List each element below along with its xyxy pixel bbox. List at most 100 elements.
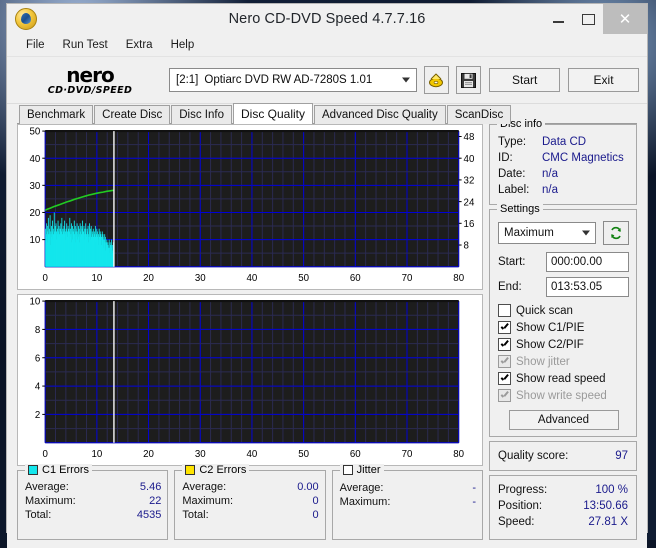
svg-text:80: 80 bbox=[453, 449, 464, 460]
checkbox-box bbox=[498, 321, 511, 334]
checkbox-label: Show C2/PIF bbox=[516, 338, 584, 351]
svg-text:48: 48 bbox=[464, 132, 475, 143]
svg-text:60: 60 bbox=[350, 449, 361, 460]
exit-button[interactable]: Exit bbox=[568, 68, 639, 92]
jitter-average-row: Average: - bbox=[340, 481, 476, 495]
tab-scandisc[interactable]: ScanDisc bbox=[446, 105, 512, 124]
svg-text:24: 24 bbox=[464, 197, 475, 208]
check-icon bbox=[500, 374, 509, 383]
menu-extra[interactable]: Extra bbox=[117, 37, 162, 53]
start-input[interactable]: 000:00.00 bbox=[546, 252, 629, 272]
checkbox-label: Show read speed bbox=[516, 372, 606, 385]
menu-file[interactable]: File bbox=[17, 37, 54, 53]
checkbox-label: Show write speed bbox=[516, 389, 607, 402]
c2-errors-legend: C2 Errors bbox=[182, 464, 250, 476]
svg-text:4: 4 bbox=[35, 382, 41, 393]
c2-chart-canvas: 2 4 6 8 10 0 10 20 30 40 50 60 70 80 bbox=[30, 297, 465, 460]
disc-id-label: ID: bbox=[498, 152, 513, 164]
svg-text:50: 50 bbox=[30, 127, 41, 138]
svg-text:40: 40 bbox=[30, 154, 41, 165]
checkbox-show-jitter: Show jitter bbox=[498, 353, 629, 370]
checkbox-show-read-speed[interactable]: Show read speed bbox=[498, 370, 629, 387]
check-icon bbox=[500, 323, 509, 332]
svg-text:40: 40 bbox=[247, 449, 258, 460]
speed-value: 27.81 X bbox=[588, 516, 628, 528]
quality-score-row: Quality score: 97 bbox=[498, 448, 628, 464]
disc-id-value: CMC Magnetics bbox=[542, 152, 624, 164]
tab-advanced-disc-quality[interactable]: Advanced Disc Quality bbox=[314, 105, 446, 124]
end-field-row: End: 013:53.05 bbox=[498, 277, 629, 297]
jitter-legend: Jitter bbox=[339, 464, 384, 476]
minimize-button[interactable] bbox=[543, 4, 573, 34]
refresh-button[interactable] bbox=[603, 221, 629, 245]
c2-color-swatch-icon bbox=[185, 465, 196, 475]
jitter-average-value: - bbox=[472, 482, 476, 494]
c2-maximum-value: 0 bbox=[312, 495, 319, 507]
check-icon bbox=[500, 357, 509, 366]
checkbox-show-c1-pie[interactable]: Show C1/PIE bbox=[498, 319, 629, 336]
refresh-icon bbox=[611, 226, 621, 240]
chevron-down-icon bbox=[402, 77, 410, 83]
checkbox-quick-scan[interactable]: Quick scan bbox=[498, 302, 629, 319]
c1-errors-group: C1 Errors Average: 5.46 Maximum: 22 Tota… bbox=[17, 464, 169, 540]
tab-disc-quality[interactable]: Disc Quality bbox=[233, 103, 314, 124]
disc-label-row: Label: n/a bbox=[498, 182, 629, 198]
c2-total-label: Total: bbox=[182, 509, 209, 521]
check-icon bbox=[500, 391, 509, 400]
jitter-title: Jitter bbox=[356, 464, 381, 476]
tab-benchmark[interactable]: Benchmark bbox=[19, 105, 94, 124]
nero-logo: nero CD·DVD∕SPEED bbox=[15, 65, 165, 96]
svg-text:70: 70 bbox=[402, 449, 413, 460]
c2-error-chart: 2 4 6 8 10 0 10 20 30 40 50 60 70 80 bbox=[17, 294, 483, 466]
svg-text:32: 32 bbox=[464, 175, 475, 186]
speed-row: Maximum bbox=[498, 221, 629, 245]
drive-name: Optiarc DVD RW AD-7280S 1.01 bbox=[204, 74, 373, 86]
svg-text:30: 30 bbox=[195, 273, 206, 284]
speed-select[interactable]: Maximum bbox=[498, 222, 596, 244]
maximize-button[interactable] bbox=[573, 4, 603, 34]
progress-row: Progress: 100 % bbox=[498, 482, 628, 498]
jitter-group: Jitter Average: - Maximum: - bbox=[331, 464, 483, 540]
position-value: 13:50.66 bbox=[583, 500, 628, 512]
c1-errors-legend: C1 Errors bbox=[25, 464, 93, 476]
jitter-average-label: Average: bbox=[339, 482, 384, 494]
end-label: End: bbox=[498, 281, 522, 293]
c1-total-value: 4535 bbox=[136, 509, 162, 521]
check-icon bbox=[500, 340, 509, 349]
tab-content: 10 20 30 40 50 8 16 24 32 40 48 0 10 20 30 40 50 60 70 80 2… bbox=[7, 118, 647, 548]
disc-eject-button[interactable] bbox=[424, 66, 450, 94]
tab-disc-info[interactable]: Disc Info bbox=[171, 105, 232, 124]
checkbox-show-c2-pif[interactable]: Show C2/PIF bbox=[498, 336, 629, 353]
c1-average-row: Average: 5.46 bbox=[25, 480, 161, 494]
c2-total-row: Total: 0 bbox=[182, 508, 318, 522]
svg-text:20: 20 bbox=[143, 273, 154, 284]
quality-score-value: 97 bbox=[615, 450, 628, 462]
checkbox-label: Show jitter bbox=[516, 355, 570, 368]
speed-row-stat: Speed: 27.81 X bbox=[498, 514, 628, 530]
svg-text:6: 6 bbox=[35, 353, 41, 364]
menu-run-test[interactable]: Run Test bbox=[54, 37, 117, 53]
c1-average-label: Average: bbox=[25, 481, 69, 493]
end-input[interactable]: 013:53.05 bbox=[546, 277, 629, 297]
checkbox-label: Show C1/PIE bbox=[516, 321, 585, 334]
disc-type-label: Type: bbox=[498, 136, 527, 148]
svg-text:10: 10 bbox=[91, 273, 102, 284]
logo-secondary: CD·DVD∕SPEED bbox=[47, 84, 133, 96]
disc-date-label: Date: bbox=[498, 168, 526, 180]
svg-text:0: 0 bbox=[42, 449, 48, 460]
save-button[interactable] bbox=[456, 66, 482, 94]
statistics-row: C1 Errors Average: 5.46 Maximum: 22 Tota… bbox=[17, 464, 483, 540]
c1-maximum-value: 22 bbox=[149, 495, 162, 507]
drive-select[interactable]: [2:1] Optiarc DVD RW AD-7280S 1.01 bbox=[169, 68, 417, 92]
tab-create-disc[interactable]: Create Disc bbox=[94, 105, 171, 124]
close-button[interactable]: ✕ bbox=[603, 4, 647, 34]
advanced-button[interactable]: Advanced bbox=[508, 410, 619, 430]
menu-help[interactable]: Help bbox=[162, 37, 204, 53]
start-button[interactable]: Start bbox=[489, 68, 561, 92]
checkbox-box bbox=[498, 355, 511, 368]
progress-value: 100 % bbox=[595, 484, 628, 496]
quality-score-panel: Quality score: 97 bbox=[489, 441, 637, 471]
toolbar: nero CD·DVD∕SPEED [2:1] Optiarc DVD RW A… bbox=[7, 57, 647, 104]
c1-total-row: Total: 4535 bbox=[25, 508, 161, 522]
svg-text:30: 30 bbox=[195, 449, 206, 460]
